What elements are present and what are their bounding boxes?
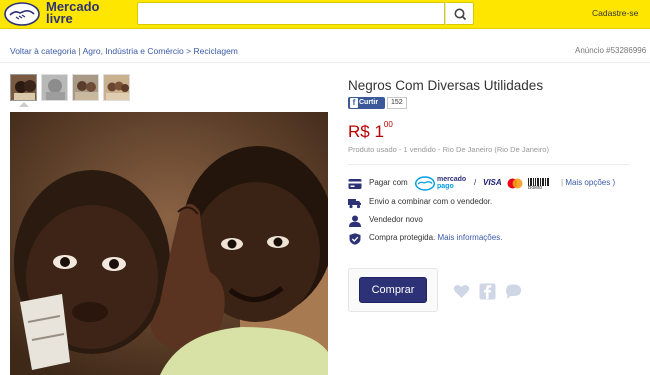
breadcrumb-separator: > (186, 46, 192, 56)
thumbnail-3[interactable] (72, 74, 99, 101)
handshake-logo-icon (4, 2, 40, 26)
more-options-divider: | (561, 178, 564, 187)
mercadopago-wordmark: mercado pago (437, 176, 467, 190)
facebook-like-count: 152 (387, 97, 407, 109)
thumbnail-image (11, 75, 36, 100)
thumbnail-2[interactable] (41, 74, 68, 101)
thumbnail-image (73, 75, 98, 100)
more-payment-options: | Mais opções ) (561, 178, 615, 187)
price-amount: R$ 1 (348, 122, 384, 141)
shield-check-icon (349, 233, 361, 245)
user-icon (349, 215, 361, 227)
boleto-logo: Boleto (528, 178, 550, 191)
more-payment-options-link[interactable]: Mais opções ) (565, 178, 615, 187)
mercadolivre-logo[interactable]: Mercado livre (2, 0, 112, 28)
payment-label: Pagar com (369, 178, 408, 187)
back-to-category-link[interactable]: Voltar à categoria (10, 46, 76, 56)
thumbnail-1[interactable] (10, 74, 37, 101)
seller-text: Vendedor novo (369, 215, 423, 224)
facebook-share-icon[interactable] (479, 283, 496, 300)
logo-wordmark: Mercado livre (46, 0, 100, 26)
main-product-photo[interactable] (10, 112, 328, 375)
active-thumbnail-caret (19, 102, 29, 107)
truck-icon (348, 199, 361, 209)
facebook-icon: f (350, 98, 358, 108)
thumbnail-image (104, 75, 129, 100)
shipping-text: Envio a combinar com o vendedor. (369, 197, 493, 206)
facebook-like-label: Curtir (359, 99, 379, 106)
buy-button[interactable]: Comprar (359, 277, 427, 303)
protection-text: Compra protegida. Mais informações. (369, 233, 502, 242)
heart-icon[interactable] (453, 283, 470, 300)
signup-link[interactable]: Cadastre-se (592, 8, 638, 18)
protection-label: Compra protegida. (369, 233, 436, 242)
search-icon (454, 8, 467, 21)
card-separator: / (474, 178, 477, 187)
mercadopago-handshake-icon (415, 176, 435, 191)
search-input[interactable] (137, 2, 445, 25)
comment-icon[interactable] (505, 283, 522, 300)
thumbnail-4[interactable] (103, 74, 130, 101)
ad-number: Anúncio #53286996 (575, 46, 647, 55)
credit-card-icon (348, 179, 362, 189)
breadcrumb: Voltar à categoria | Agro, Indústria e C… (10, 46, 238, 56)
more-info-link[interactable]: Mais informações. (438, 233, 503, 242)
product-meta: Produto usado - 1 vendido - Rio De Janei… (348, 145, 549, 154)
product-title: Negros Com Diversas Utilidades (348, 78, 544, 93)
breadcrumb-item-agro[interactable]: Agro, Indústria e Comércio (83, 46, 184, 56)
facebook-like-button[interactable]: f Curtir (348, 97, 385, 109)
boleto-label: Boleto (528, 185, 543, 191)
breadcrumb-item-reciclagem[interactable]: Reciclagem (193, 46, 237, 56)
visa-logo: VISA (483, 178, 502, 187)
thumbnail-image (42, 75, 67, 100)
mastercard-icon (507, 178, 523, 189)
top-header: Mercado livre Cadastre-se (0, 0, 650, 29)
info-divider (348, 164, 630, 165)
mercadopago-logo: mercado pago (415, 175, 470, 192)
search-button[interactable] (445, 2, 474, 25)
product-image (10, 112, 328, 375)
price-cents: 00 (383, 120, 393, 130)
product-price: R$ 100 (348, 120, 393, 142)
header-divider (0, 62, 650, 63)
